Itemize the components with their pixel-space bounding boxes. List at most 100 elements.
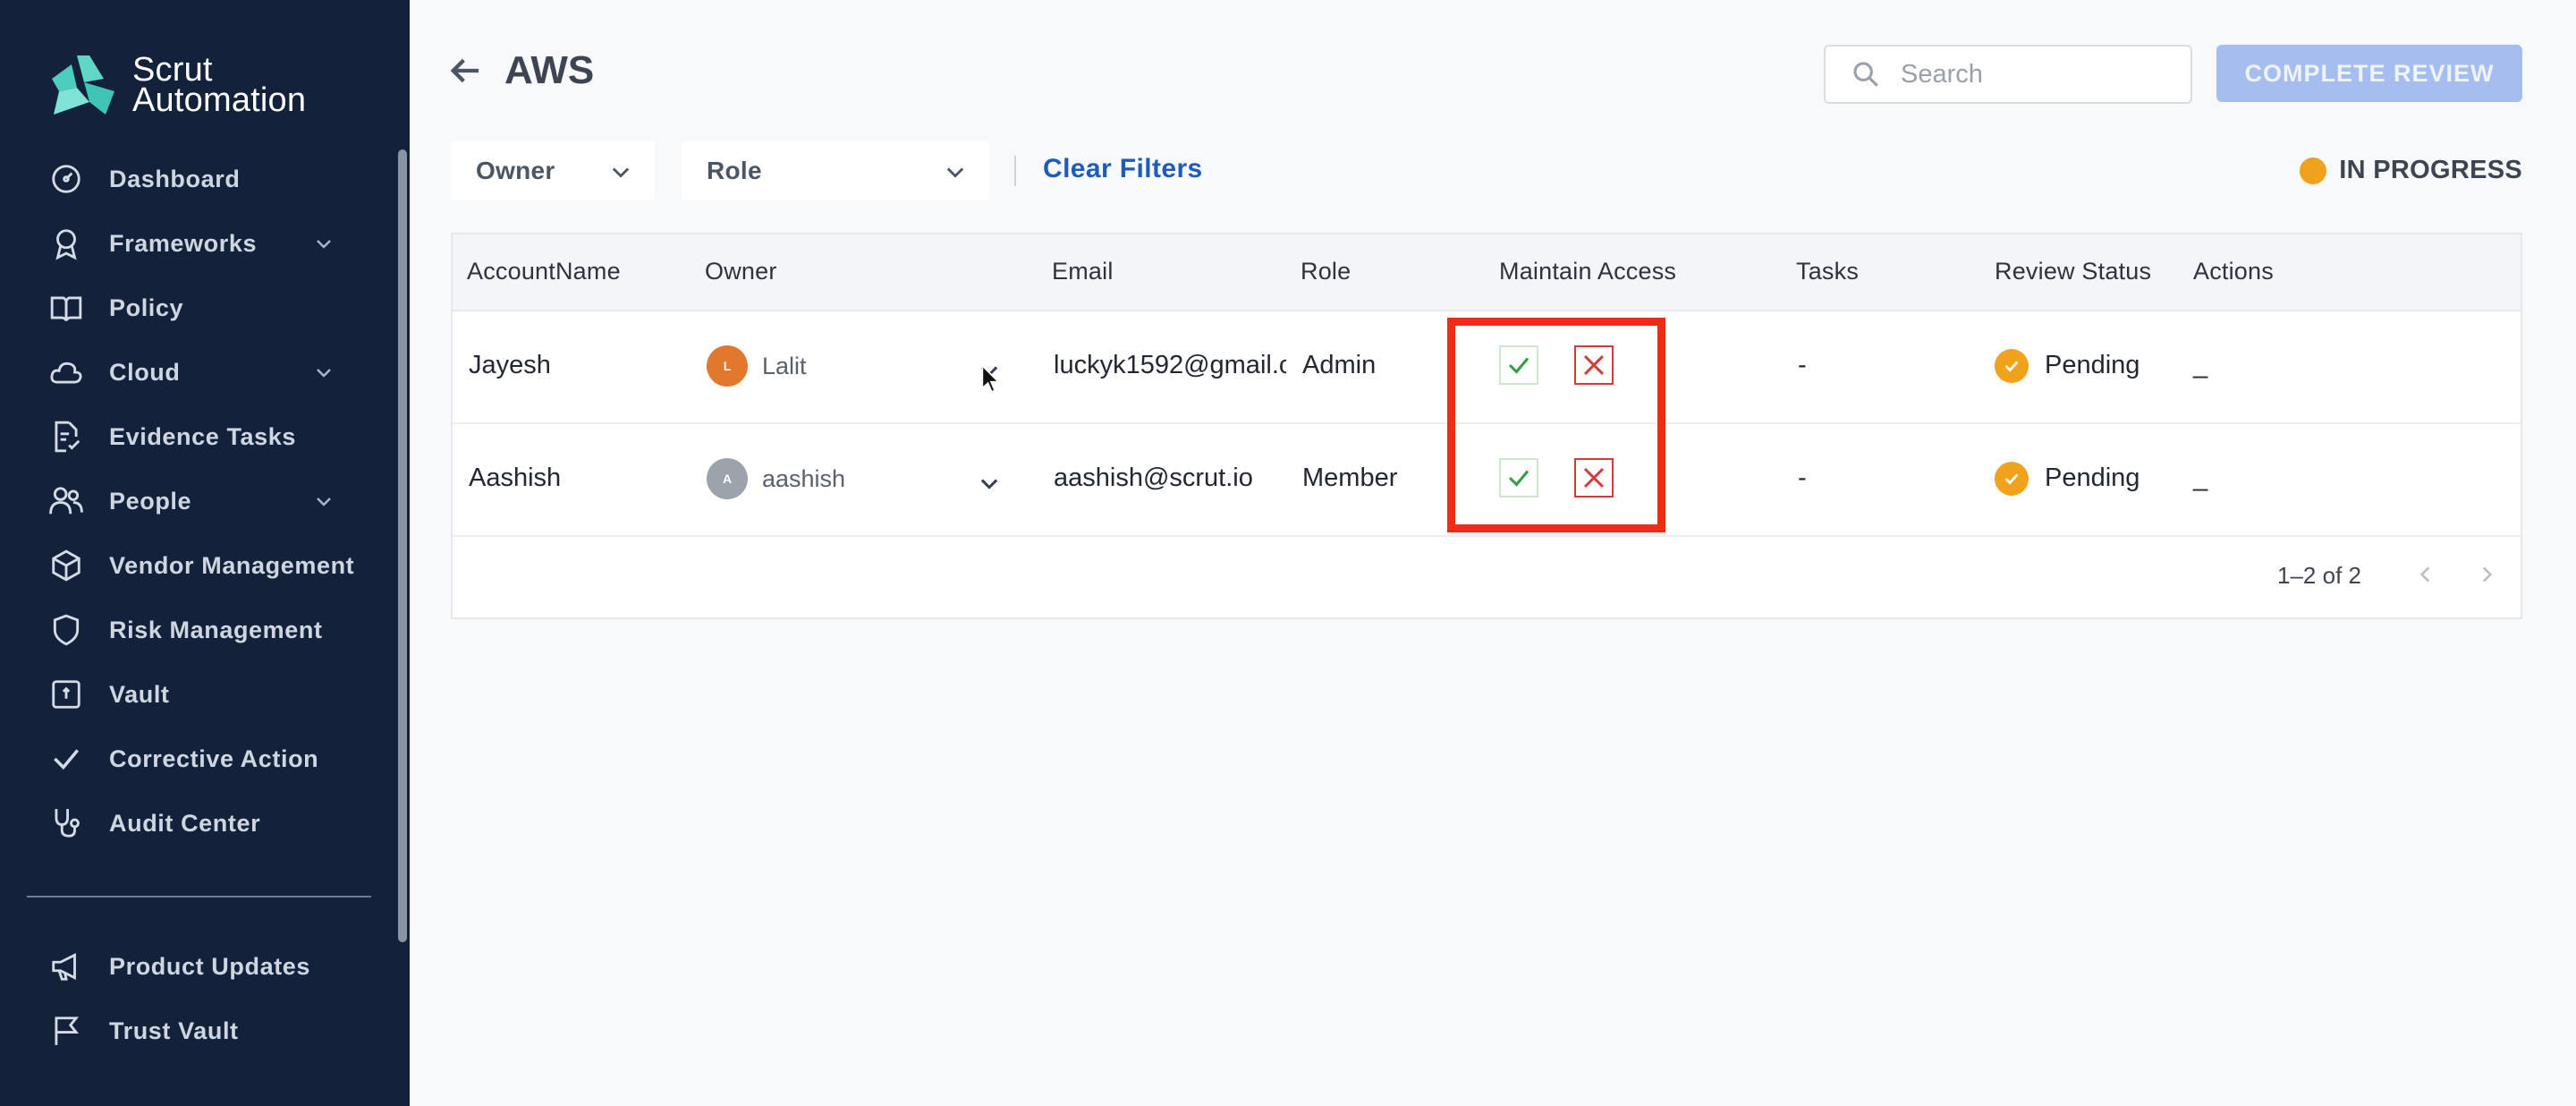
review-status-cell: Pending <box>2045 464 2140 492</box>
column-header-email: Email <box>1052 258 1114 285</box>
sidebar-item-label: Product Updates <box>109 952 311 980</box>
chevron-down-icon[interactable] <box>313 490 335 512</box>
review-status-indicator: IN PROGRESS <box>2300 156 2522 185</box>
sidebar-item-vendor-management[interactable]: Vendor Management <box>47 539 360 592</box>
sidebar-item-trust-vault[interactable]: Trust Vault <box>47 1004 360 1058</box>
brand-line-2: Automation <box>132 81 307 119</box>
actions-cell[interactable]: _ <box>2193 464 2207 493</box>
sidebar-item-label: Frameworks <box>109 229 258 257</box>
sidebar-item-audit-center[interactable]: Audit Center <box>47 796 360 850</box>
sidebar-item-label: Audit Center <box>109 809 261 837</box>
status-dot-icon <box>2300 157 2327 184</box>
people-icon <box>47 481 86 521</box>
account-name-cell: Jayesh <box>469 351 551 379</box>
vault-icon <box>47 675 86 714</box>
account-name-cell: Aashish <box>469 464 562 492</box>
page-header: AWS <box>447 48 594 93</box>
sidebar-item-label: People <box>109 487 192 515</box>
role-cell: Admin <box>1302 351 1377 379</box>
scrut-logo-icon <box>52 55 114 115</box>
column-header-owner: Owner <box>705 258 777 285</box>
stethoscope-icon <box>47 804 86 843</box>
review-status-cell: Pending <box>2045 351 2140 379</box>
check-icon <box>47 739 86 778</box>
mouse-pointer-icon <box>981 364 1001 393</box>
logo[interactable]: Scrut Automation <box>50 52 306 118</box>
sidebar-item-product-updates[interactable]: Product Updates <box>47 940 360 993</box>
dashboard-icon <box>47 159 86 199</box>
flag-icon <box>47 1011 86 1051</box>
sidebar: Scrut Automation Dashboard Frameworks Po… <box>0 0 410 1106</box>
sidebar-item-label: Evidence Tasks <box>109 422 297 450</box>
brand-name: Scrut Automation <box>132 51 307 119</box>
previous-page-button[interactable] <box>2408 557 2444 592</box>
sidebar-item-people[interactable]: People <box>47 474 360 528</box>
sidebar-item-label: Cloud <box>109 358 181 386</box>
box-icon <box>47 546 86 585</box>
email-cell: luckyk1592@gmail.co <box>1054 351 1286 379</box>
clear-filters-link[interactable]: Clear Filters <box>1043 154 1203 184</box>
next-page-button[interactable] <box>2469 557 2504 592</box>
table-footer: 1–2 of 2 <box>453 535 2521 617</box>
sidebar-item-label: Corrective Action <box>109 744 319 772</box>
award-icon <box>47 224 86 263</box>
chevron-left-icon <box>2419 566 2430 583</box>
sidebar-item-label: Policy <box>109 294 184 321</box>
role-filter-select[interactable]: Role <box>682 141 989 200</box>
owner-filter-select[interactable]: Owner <box>451 141 655 200</box>
column-header-role: Role <box>1301 258 1352 285</box>
sidebar-divider <box>27 896 371 898</box>
column-header-actions: Actions <box>2193 258 2274 285</box>
chevron-right-icon <box>2482 566 2493 583</box>
cloud-icon <box>47 353 86 392</box>
chevron-down-icon[interactable] <box>313 362 335 383</box>
complete-review-button[interactable]: COMPLETE REVIEW <box>2216 45 2522 102</box>
brand-line-1: Scrut <box>132 51 213 89</box>
page-title: AWS <box>504 48 595 92</box>
clipboard-check-icon <box>47 417 86 456</box>
megaphone-icon <box>47 947 86 986</box>
sidebar-item-evidence-tasks[interactable]: Evidence Tasks <box>47 410 360 464</box>
sidebar-item-cloud[interactable]: Cloud <box>47 345 360 399</box>
tasks-cell: - <box>1798 464 1807 492</box>
search-input[interactable]: Search <box>1824 45 2192 104</box>
owner-name: aashish <box>762 465 846 492</box>
sidebar-item-dashboard[interactable]: Dashboard <box>47 152 360 206</box>
sidebar-scrollbar[interactable] <box>398 149 407 942</box>
back-arrow-icon[interactable] <box>447 53 483 89</box>
book-icon <box>47 288 86 328</box>
table-header: AccountName Owner Email Role Maintain Ac… <box>453 234 2521 311</box>
column-header-account-name: AccountName <box>467 258 621 285</box>
owner-name: Lalit <box>762 353 807 379</box>
maintain-access-highlight-box <box>1447 318 1665 532</box>
sidebar-item-label: Vendor Management <box>109 551 355 579</box>
sidebar-item-vault[interactable]: Vault <box>47 668 360 721</box>
search-placeholder: Search <box>1901 59 1983 89</box>
actions-cell[interactable]: _ <box>2193 351 2207 380</box>
column-header-tasks: Tasks <box>1796 258 1860 285</box>
sidebar-item-frameworks[interactable]: Frameworks <box>47 217 360 270</box>
search-icon <box>1853 62 1878 87</box>
avatar: A <box>707 458 748 499</box>
tasks-cell: - <box>1798 351 1807 379</box>
status-label: IN PROGRESS <box>2339 156 2522 184</box>
filter-divider <box>1014 156 1016 186</box>
sidebar-item-label: Vault <box>109 680 170 708</box>
sidebar-item-risk-management[interactable]: Risk Management <box>47 603 360 657</box>
role-cell: Member <box>1302 464 1398 492</box>
sidebar-item-corrective-action[interactable]: Corrective Action <box>47 732 360 786</box>
column-header-review-status: Review Status <box>1995 258 2152 285</box>
shield-icon <box>47 610 86 650</box>
sidebar-item-policy[interactable]: Policy <box>47 281 360 335</box>
avatar: L <box>707 345 748 387</box>
pending-check-icon <box>1995 349 2029 383</box>
chevron-down-icon[interactable] <box>313 233 335 254</box>
role-filter-label: Role <box>707 157 762 184</box>
column-header-maintain-access: Maintain Access <box>1499 258 1677 285</box>
owner-filter-label: Owner <box>476 157 555 184</box>
owner-dropdown-chevron-icon[interactable] <box>977 471 1002 496</box>
sidebar-item-label: Trust Vault <box>109 1017 239 1044</box>
pagination-label: 1–2 of 2 <box>2277 562 2361 589</box>
chevron-down-icon <box>946 167 964 178</box>
pending-check-icon <box>1995 462 2029 496</box>
